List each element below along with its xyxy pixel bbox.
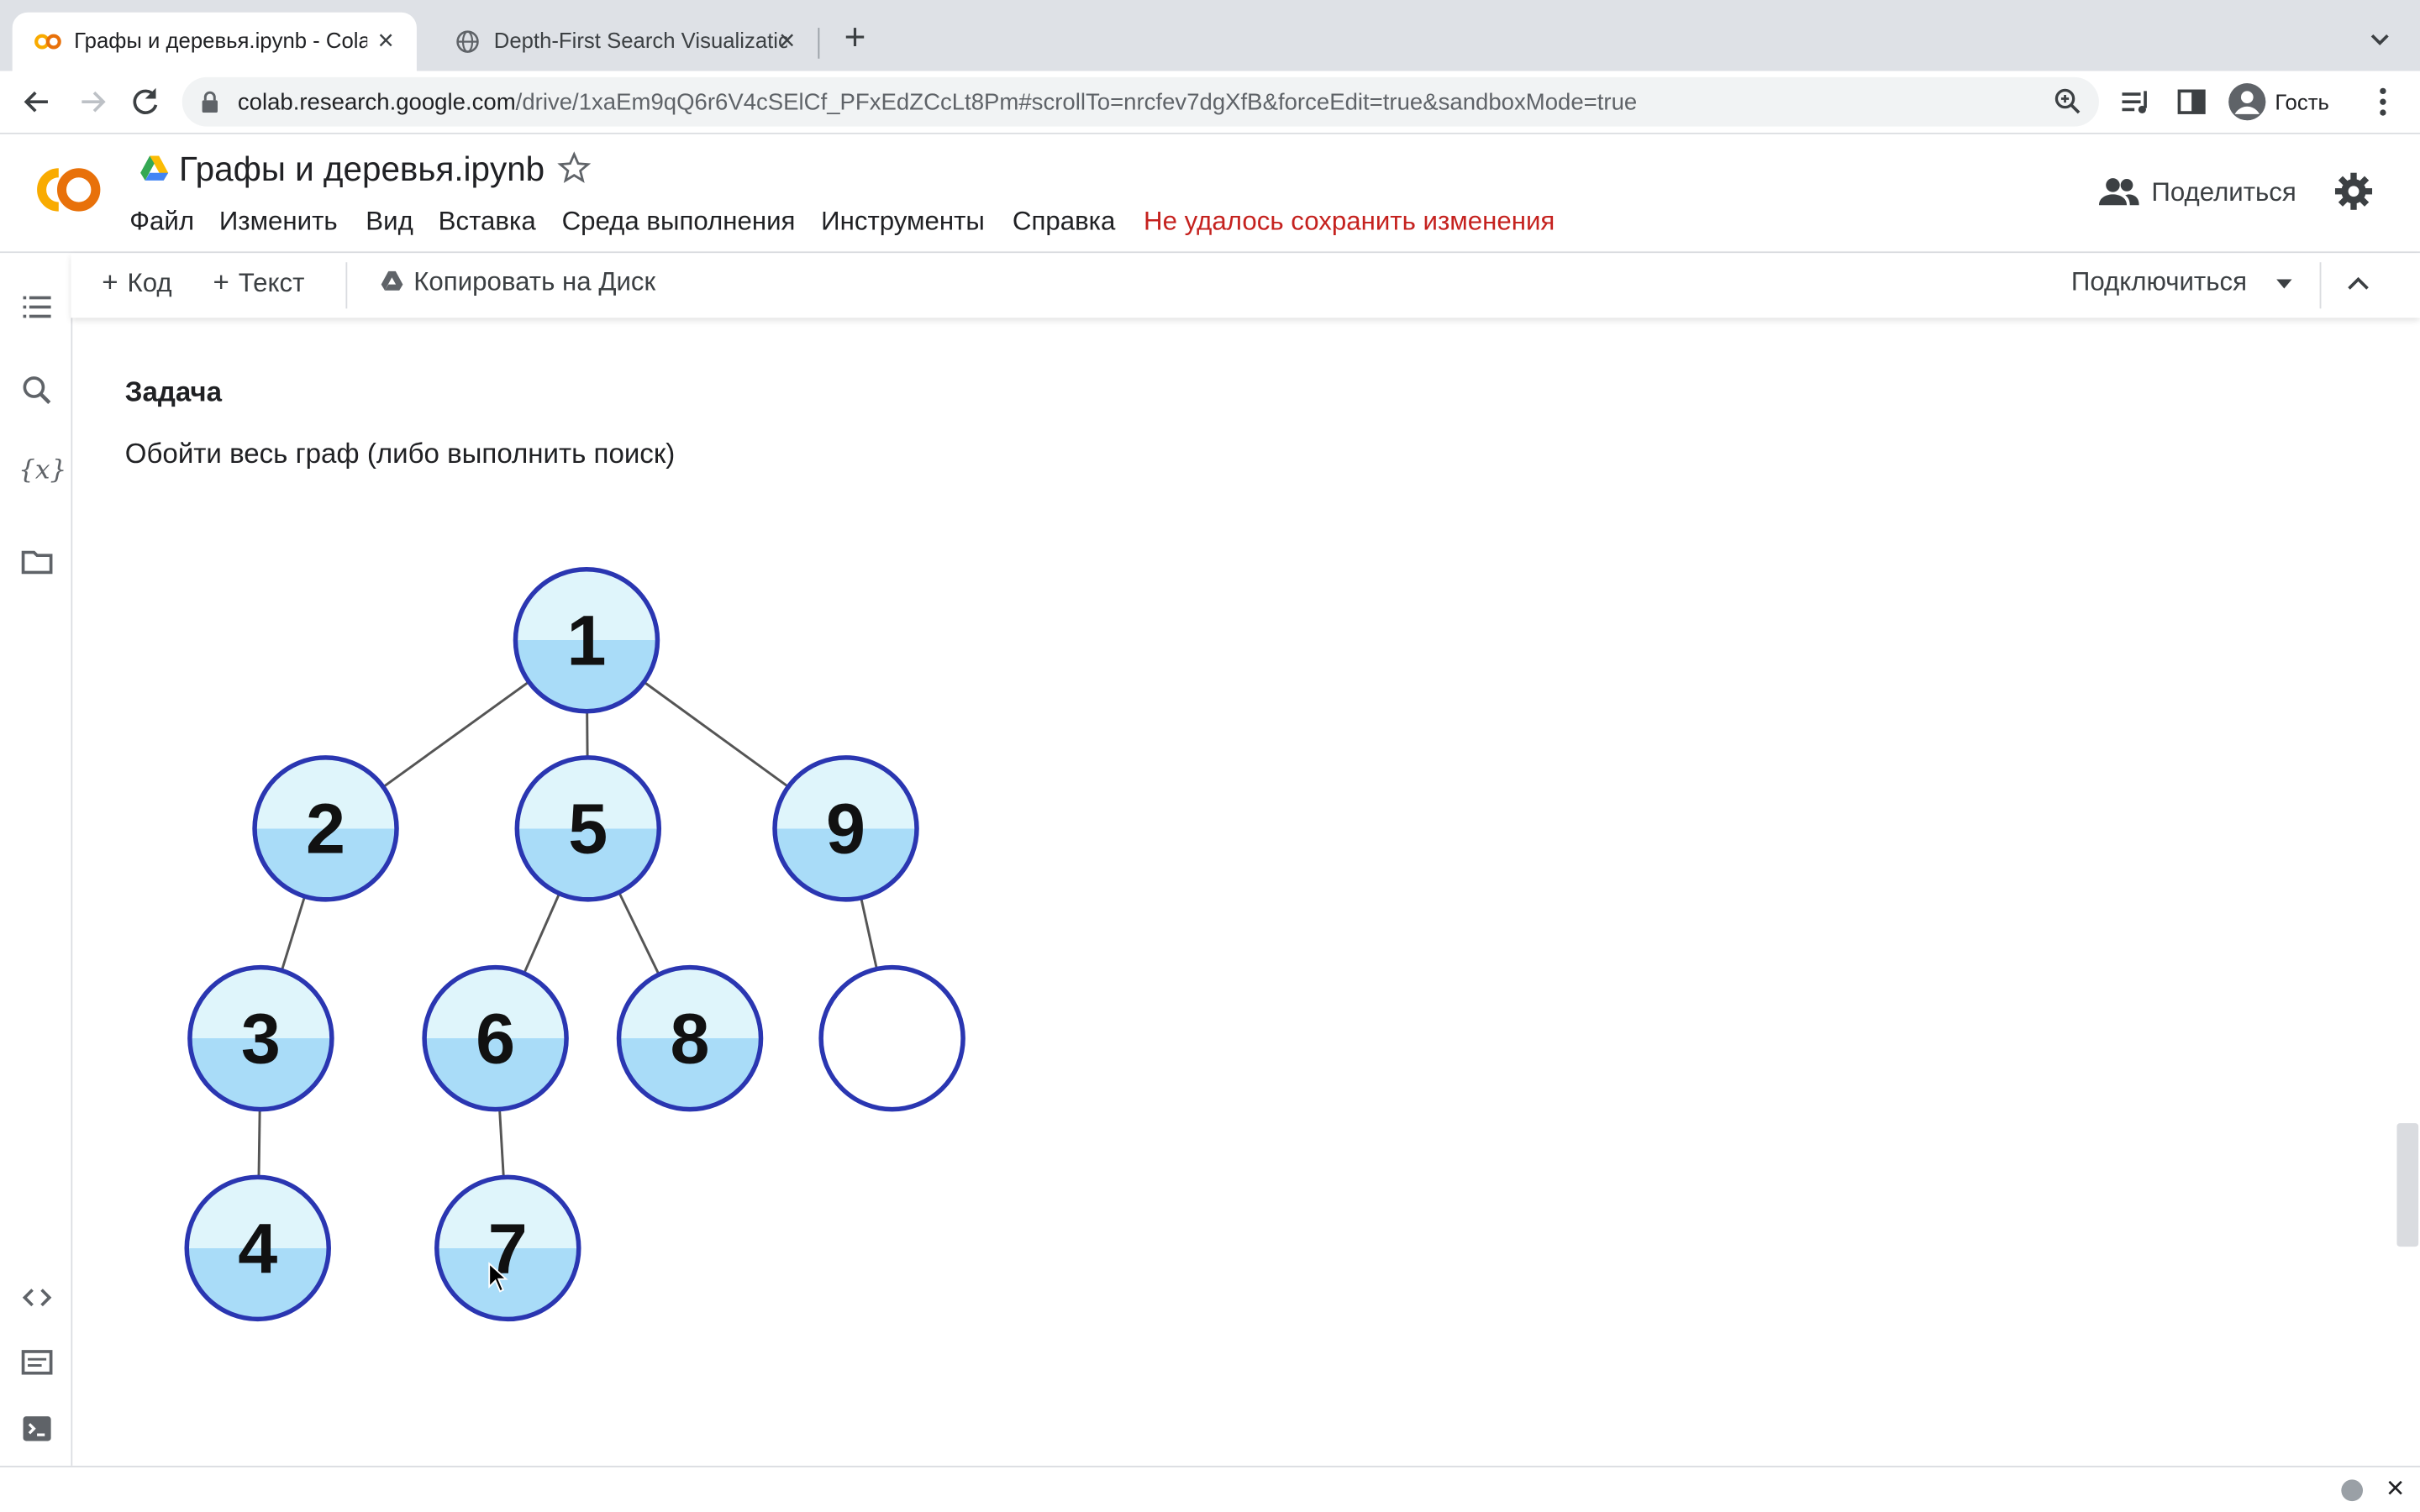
tree-node: 7 [434, 1174, 581, 1322]
people-icon [2098, 178, 2139, 206]
tree-node: 5 [514, 755, 662, 902]
tree-node-label: 9 [826, 790, 865, 869]
profile-button[interactable]: Гость [2222, 76, 2353, 127]
tree-node: 2 [252, 755, 399, 902]
tree-nodes: 1 2 5 9 3 6 8 4 7 [184, 566, 965, 1322]
lock-icon[interactable] [201, 91, 219, 113]
new-tab-button[interactable]: + [837, 19, 874, 59]
tree-node: 1 [513, 566, 660, 714]
avatar-icon [2228, 83, 2266, 121]
add-code-label: Код [127, 268, 172, 298]
search-icon[interactable] [20, 373, 54, 407]
menu-tools[interactable]: Инструменты [821, 207, 985, 238]
status-indicator-dot [2341, 1479, 2364, 1502]
media-playlist-icon[interactable] [2118, 83, 2154, 120]
zoom-icon[interactable] [2053, 87, 2084, 118]
url-text[interactable]: colab.research.google.com/drive/1xaEm9qQ… [238, 90, 1637, 116]
menu-file[interactable]: Файл [129, 207, 194, 238]
reload-icon[interactable] [127, 83, 164, 120]
tree-edges [256, 639, 894, 1249]
status-bar: × [0, 1465, 2420, 1512]
profile-label: Гость [2275, 89, 2329, 114]
url-host: colab.research.google.com [237, 89, 516, 116]
add-text-label: Текст [238, 268, 305, 298]
copy-to-drive-button[interactable]: Копировать на Диск [380, 267, 655, 304]
side-panel-icon[interactable] [2173, 83, 2210, 120]
tab-title: Графы и деревья.ipynb - Colab [74, 28, 368, 53]
more-vert-icon[interactable] [2365, 83, 2402, 120]
command-palette-icon[interactable] [20, 1346, 54, 1379]
tree-node-label: 8 [671, 1000, 710, 1079]
colab-favicon-icon [34, 34, 61, 50]
caret-down-icon[interactable] [2272, 271, 2296, 296]
tab-search-chevron-icon[interactable] [2365, 24, 2396, 55]
tree-node: 4 [184, 1174, 331, 1322]
tree-node [818, 964, 965, 1112]
menu-view[interactable]: Вид [366, 207, 413, 238]
tree-node: 3 [187, 964, 334, 1112]
star-icon[interactable] [555, 150, 592, 186]
menu-help[interactable]: Справка [1013, 207, 1116, 238]
terminal-icon[interactable] [20, 1412, 54, 1446]
menu-runtime[interactable]: Среда выполнения [562, 207, 796, 238]
tab-divider [818, 28, 820, 59]
chevron-up-icon[interactable] [2343, 269, 2374, 300]
status-close-icon[interactable]: × [2380, 1473, 2411, 1504]
vertical-scrollbar[interactable] [2395, 318, 2420, 1466]
scrollbar-thumb[interactable] [2396, 1123, 2419, 1247]
toolbar-divider [2319, 262, 2322, 309]
tree-node: 6 [422, 964, 569, 1112]
google-drive-icon [140, 155, 169, 181]
colab-window: Графы и деревья.ipynb - Colab × Depth-Fi… [0, 0, 2420, 1512]
notebook-content: Задача Обойти весь граф (либо выполнить … [72, 318, 2396, 1466]
tree-node-label: 1 [566, 601, 606, 680]
tree-node-label: 3 [241, 1000, 281, 1079]
tree-node-label: 2 [306, 790, 345, 869]
colab-logo-icon[interactable] [24, 159, 105, 220]
tab-colab-notebook[interactable]: Графы и деревья.ipynb - Colab × [12, 12, 417, 71]
mouse-cursor-icon [488, 1262, 508, 1293]
share-label: Поделиться [2151, 177, 2296, 207]
forward-arrow-icon[interactable] [74, 83, 111, 120]
globe-icon [456, 30, 479, 53]
notebook-title[interactable]: Графы и деревья.ipynb [179, 150, 544, 190]
menu-insert[interactable]: Вставка [439, 207, 536, 238]
copy-to-drive-label: Копировать на Диск [413, 266, 656, 297]
table-of-contents-icon[interactable] [20, 290, 54, 323]
tree-node: 9 [772, 755, 919, 902]
tab-dfs-visualization[interactable]: Depth-First Search Visualization × [432, 13, 818, 71]
colab-header: Графы и деревья.ipynb Файл Изменить Вид … [0, 134, 2420, 254]
tree-node-circle [818, 964, 965, 1112]
folder-icon[interactable] [20, 544, 54, 578]
left-sidebar: {x} [0, 253, 73, 1466]
add-code-cell-button[interactable]: + Код [102, 267, 171, 304]
tab-close-icon[interactable]: × [771, 24, 802, 55]
menu-edit[interactable]: Изменить [219, 207, 338, 238]
code-snippets-icon[interactable] [20, 1280, 54, 1314]
add-text-cell-button[interactable]: + Текст [213, 267, 304, 304]
settings-gear-icon[interactable] [2333, 171, 2374, 212]
browser-toolbar: colab.research.google.com/drive/1xaEm9qQ… [0, 71, 2420, 134]
tab-title: Depth-First Search Visualization [493, 28, 787, 53]
back-arrow-icon[interactable] [18, 83, 55, 120]
url-path: /drive/1xaEm9qQ6r6V4cSElCf_PFxEdZCcLt8Pm… [515, 89, 1638, 116]
notebook-toolbar: + Код + Текст Копировать на Диск Подключит… [71, 253, 2420, 318]
toolbar-divider [345, 262, 348, 309]
drive-icon [381, 270, 403, 291]
tree-node-label: 5 [568, 790, 608, 869]
tab-close-icon[interactable]: × [371, 24, 402, 55]
tree-node: 8 [616, 964, 764, 1112]
browser-tab-strip: Графы и деревья.ipynb - Colab × Depth-Fi… [0, 0, 2420, 71]
address-bar[interactable]: colab.research.google.com/drive/1xaEm9qQ… [182, 76, 2099, 127]
save-failed-warning[interactable]: Не удалось сохранить изменения [1144, 207, 1555, 238]
tree-diagram: 1 2 5 9 3 6 8 4 7 [184, 566, 965, 1322]
tree-node-label: 6 [476, 1000, 515, 1079]
tree-node-label: 4 [238, 1209, 277, 1288]
connect-button[interactable]: Подключиться [2071, 267, 2247, 298]
variables-icon[interactable]: {x} [18, 455, 66, 486]
